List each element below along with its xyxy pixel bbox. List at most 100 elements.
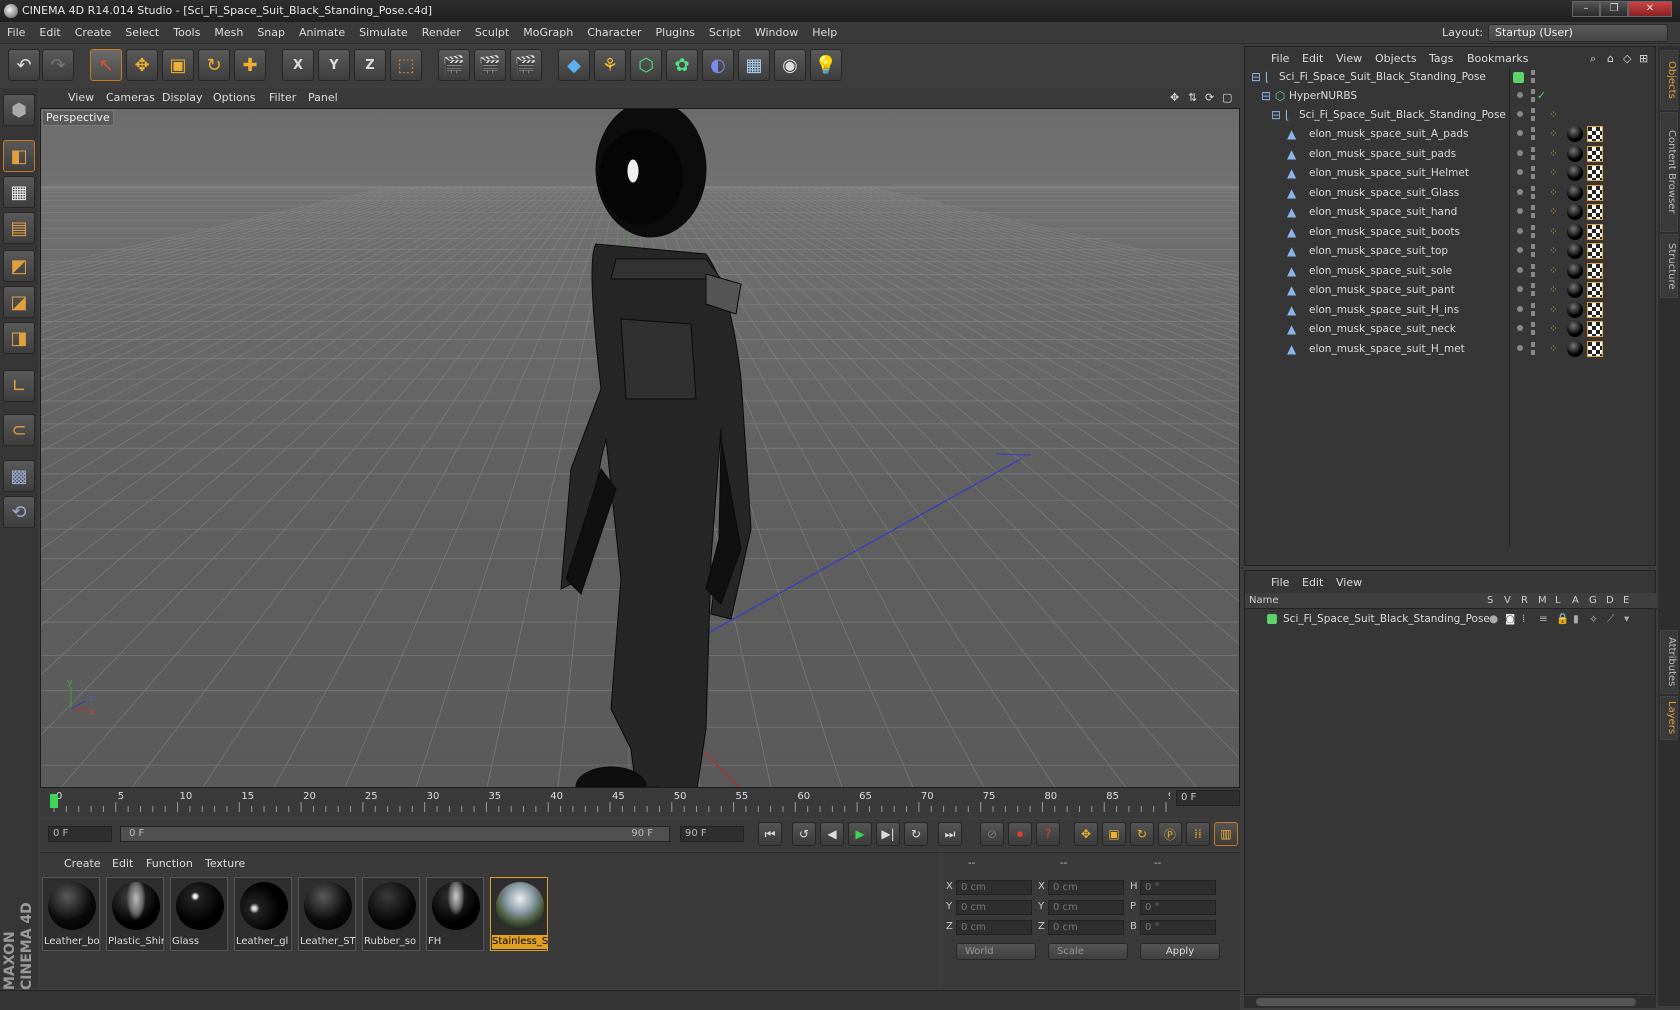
layer-manager-icon[interactable]: ≡ [1539, 609, 1548, 629]
uvw-tag-icon[interactable] [1587, 340, 1603, 357]
phong-tag-icon[interactable]: ⁘ [1549, 124, 1558, 144]
phong-tag-icon[interactable]: ⁘ [1549, 300, 1558, 320]
material-swatch[interactable]: Leather_bo [42, 877, 100, 951]
objects-menu-file[interactable]: File [1271, 52, 1289, 65]
uvw-tag-icon[interactable] [1587, 145, 1603, 162]
uvw-tag-icon[interactable] [1587, 262, 1603, 279]
material-swatch[interactable]: Stainless_S [490, 877, 548, 951]
key-position-icon[interactable]: ✥ [1074, 822, 1098, 846]
material-swatch[interactable]: FH [426, 877, 484, 951]
previous-frame-button[interactable]: ◀ [820, 822, 844, 846]
material-tag-icon[interactable] [1567, 165, 1583, 181]
material-tag-icon[interactable] [1567, 204, 1583, 220]
record-keys-icon[interactable]: ⏺ [1008, 822, 1032, 846]
enabled-check-icon[interactable]: ✓ [1537, 86, 1546, 106]
key-scale-icon[interactable]: ▣ [1102, 822, 1126, 846]
points-mode-icon[interactable]: ◩ [3, 250, 35, 282]
workplane-icon[interactable]: ▩ [3, 460, 35, 492]
render-picture-viewer-button[interactable]: 🎬 [474, 49, 506, 81]
apply-button[interactable]: Apply [1140, 943, 1220, 960]
object-row-child[interactable]: ▲ elon_musk_space_suit_Glass ⁘ [1245, 183, 1657, 203]
viewport-rotate-icon[interactable]: ⟳ [1205, 91, 1214, 104]
locked-workplane-icon[interactable]: ⟲ [3, 496, 35, 528]
texture-mode-icon[interactable]: ▦ [3, 176, 35, 208]
uvw-tag-icon[interactable] [1587, 184, 1603, 201]
tab-layers[interactable]: Layers [1660, 696, 1678, 740]
menu-edit[interactable]: Edit [32, 22, 67, 44]
uvw-tag-icon[interactable] [1587, 204, 1603, 220]
menu-mesh[interactable]: Mesh [207, 22, 250, 44]
coordinate-system-button[interactable]: ⬚ [390, 49, 422, 81]
position-z-field[interactable]: 0 cm [956, 920, 1032, 935]
key-parameter-icon[interactable]: Ⓟ [1158, 822, 1182, 846]
rotation-h-field[interactable]: 0 ° [1140, 880, 1216, 895]
viewport-zoom-icon[interactable]: ⇅ [1188, 91, 1197, 104]
uvw-tag-icon[interactable] [1587, 165, 1603, 181]
maximize-button[interactable]: ❐ [1600, 1, 1628, 17]
phong-tag-icon[interactable]: ⁘ [1549, 241, 1558, 261]
material-swatch[interactable]: Rubber_so [362, 877, 420, 951]
scrollbar-thumb[interactable] [1256, 998, 1636, 1006]
live-selection-button[interactable]: ↖ [90, 49, 122, 81]
minimize-button[interactable]: – [1572, 1, 1600, 17]
make-editable-icon[interactable]: ⬢ [3, 94, 35, 126]
object-row-child[interactable]: ▲ elon_musk_space_suit_hand ⁘ [1245, 202, 1657, 222]
layer-lock-icon[interactable]: 🔒 [1556, 609, 1569, 629]
layers-menu-edit[interactable]: Edit [1302, 576, 1323, 589]
phong-tag-icon[interactable]: ⁘ [1549, 144, 1558, 164]
link-icon[interactable]: ◇ [1623, 52, 1631, 65]
viewport-menu-cameras[interactable]: Cameras [106, 91, 155, 104]
layer-expressions-icon[interactable]: ▾ [1624, 609, 1629, 629]
material-tag-icon[interactable] [1567, 126, 1583, 142]
layer-color-swatch[interactable] [1267, 614, 1277, 624]
end-frame-field[interactable]: 90 F [680, 826, 744, 842]
layout-dropdown[interactable]: Startup (User) [1488, 24, 1668, 42]
camera-button[interactable]: ◉ [774, 49, 806, 81]
phong-tag-icon[interactable]: ⁘ [1549, 183, 1558, 203]
motion-record-icon[interactable]: ⊘ [980, 822, 1004, 846]
autokey-icon[interactable]: ? [1036, 822, 1060, 846]
viewport-menu-display[interactable]: Display [162, 91, 203, 104]
model-mode-icon[interactable]: ◧ [3, 140, 35, 172]
object-row-child[interactable]: ▲ elon_musk_space_suit_boots ⁘ [1245, 222, 1657, 242]
close-button[interactable]: ✕ [1628, 1, 1672, 17]
layer-color-swatch[interactable] [1513, 72, 1524, 83]
material-menu-function[interactable]: Function [146, 857, 193, 870]
render-view-button[interactable]: 🎬 [438, 49, 470, 81]
object-row-group[interactable]: ⊟ ⌊ Sci_Fi_Space_Suit_Black_Standing_Pos… [1245, 105, 1657, 125]
object-row-child[interactable]: ▲ elon_musk_space_suit_A_pads ⁘ [1245, 124, 1657, 144]
objects-menu-view[interactable]: View [1336, 52, 1362, 65]
playhead-marker[interactable] [50, 794, 58, 808]
start-frame-field[interactable]: 0 F [48, 826, 112, 842]
phong-tag-icon[interactable]: ⁘ [1549, 339, 1558, 359]
phong-tag-icon[interactable]: ⁘ [1549, 319, 1558, 339]
layer-row[interactable]: Sci_Fi_Space_Suit_Black_Standing_Pose ● … [1245, 609, 1657, 629]
go-to-start-button[interactable]: ⏮ [758, 822, 782, 846]
tab-objects[interactable]: Objects [1660, 50, 1678, 110]
objects-menu-tags[interactable]: Tags [1429, 52, 1453, 65]
recent-tool-button[interactable]: ✚ [234, 49, 266, 81]
layers-menu-view[interactable]: View [1336, 576, 1362, 589]
object-row-child[interactable]: ▲ elon_musk_space_suit_top ⁘ [1245, 241, 1657, 261]
current-frame-field[interactable]: 0 F [1176, 790, 1240, 806]
object-row-child[interactable]: ▲ elon_musk_space_suit_H_ins ⁘ [1245, 300, 1657, 320]
scale-tool-button[interactable]: ▣ [162, 49, 194, 81]
move-tool-button[interactable]: ✥ [126, 49, 158, 81]
menu-plugins[interactable]: Plugins [649, 22, 702, 44]
material-tag-icon[interactable] [1567, 301, 1583, 318]
object-row-child[interactable]: ▲ elon_musk_space_suit_sole ⁘ [1245, 261, 1657, 281]
viewport-menu-panel[interactable]: Panel [308, 91, 338, 104]
timeline-window-icon[interactable]: ▥ [1214, 822, 1238, 846]
material-tag-icon[interactable] [1567, 340, 1583, 357]
phong-tag-icon[interactable]: ⁘ [1549, 280, 1558, 300]
rotate-tool-button[interactable]: ↻ [198, 49, 230, 81]
object-row-child[interactable]: ▲ elon_musk_space_suit_neck ⁘ [1245, 319, 1657, 339]
material-menu-create[interactable]: Create [64, 857, 101, 870]
cube-object-button[interactable]: ◆ [558, 49, 590, 81]
material-swatch[interactable]: Leather_ST [298, 877, 356, 951]
viewport-maximize-icon[interactable]: ▢ [1222, 91, 1232, 104]
nurbs-button[interactable]: ⬡ [630, 49, 662, 81]
menu-select[interactable]: Select [118, 22, 166, 44]
edges-mode-icon[interactable]: ◪ [3, 286, 35, 318]
workplane-mode-icon[interactable]: ▤ [3, 212, 35, 244]
